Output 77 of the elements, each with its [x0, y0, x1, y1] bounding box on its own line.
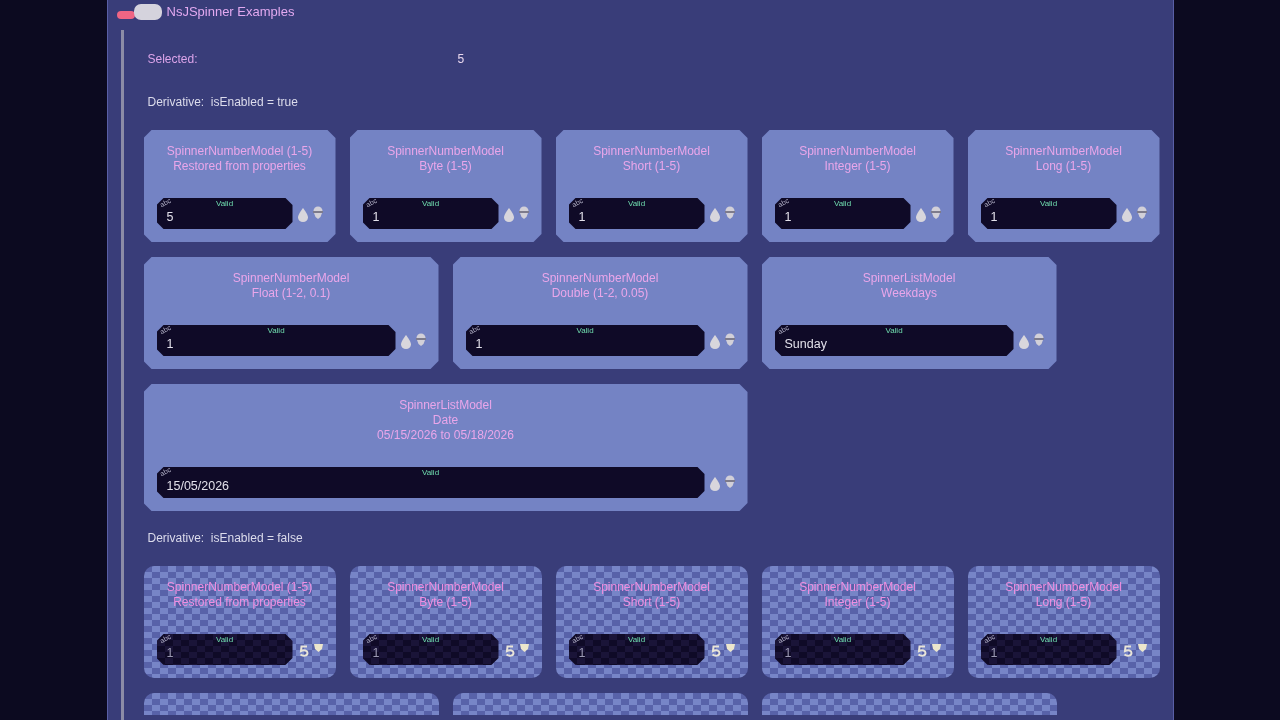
card-title: SpinnerNumberModel Float (1-2, 0.1) — [232, 271, 350, 301]
card-title: SpinnerNumberModel Short (1-5) — [593, 144, 710, 174]
acorn-icon[interactable] — [415, 333, 426, 346]
acorn-icon[interactable] — [518, 206, 529, 219]
validation-status: Valid — [885, 326, 903, 335]
shield-icon[interactable] — [313, 643, 323, 652]
validation-status: Valid — [215, 199, 234, 208]
validation-status: Valid — [215, 635, 234, 644]
drop-icon[interactable] — [1121, 208, 1132, 222]
acorn-icon[interactable] — [724, 333, 735, 346]
field-value: 1 — [578, 646, 586, 661]
section-heading: Derivative: isEnabled = false — [146, 530, 303, 546]
shield-icon[interactable] — [725, 643, 735, 652]
validation-status: Valid — [1039, 635, 1058, 644]
drop-icon[interactable] — [915, 208, 926, 222]
validation-status: Valid — [421, 468, 440, 477]
field-value: 15/05/2026 — [166, 479, 230, 494]
validation-status: Valid — [421, 199, 440, 208]
drop-icon[interactable] — [709, 208, 720, 222]
curl-icon[interactable] — [504, 645, 515, 657]
shield-icon[interactable] — [519, 643, 529, 652]
card-title: SpinnerNumberModel (1-5) Restored from properties — [166, 580, 313, 610]
field-value: 1 — [578, 210, 586, 225]
field-value: 1 — [372, 646, 380, 661]
card-title: SpinnerNumberModel Integer (1-5) — [799, 580, 916, 610]
field-value: 1 — [784, 646, 792, 661]
validation-status: Valid — [1039, 199, 1058, 208]
window-title: NsJSpinner Examples — [166, 4, 295, 20]
card-title: SpinnerNumberModel Double (1-2, 0.05) — [541, 271, 659, 301]
curl-icon[interactable] — [298, 645, 309, 657]
pill-icon[interactable] — [116, 11, 135, 19]
card-title: SpinnerNumberModel Long (1-5) — [1005, 144, 1122, 174]
shield-icon[interactable] — [1137, 643, 1147, 652]
drop-icon[interactable] — [400, 335, 411, 349]
drop-icon[interactable] — [1018, 335, 1029, 349]
acorn-icon[interactable] — [930, 206, 941, 219]
validation-status: Valid — [833, 199, 852, 208]
validation-status: Valid — [833, 635, 852, 644]
acorn-icon[interactable] — [312, 206, 323, 219]
card-title: SpinnerListModel Weekdays — [862, 271, 956, 301]
field-value: 1 — [990, 646, 998, 661]
validation-status: Valid — [627, 635, 646, 644]
curl-icon[interactable] — [916, 645, 927, 657]
field-value: 1 — [990, 210, 998, 225]
selected-value: 5 — [457, 51, 465, 67]
drop-icon[interactable] — [709, 477, 720, 491]
validation-status: Valid — [267, 326, 285, 335]
field-value: 1 — [166, 337, 174, 352]
card-title: SpinnerNumberModel Long (1-5) — [1005, 580, 1122, 610]
curl-icon[interactable] — [1122, 645, 1133, 657]
card-title: SpinnerListModel Date 05/15/2026 to 05/18/2026 — [377, 398, 514, 443]
card-title: SpinnerNumberModel Byte (1-5) — [387, 144, 504, 174]
curl-icon[interactable] — [710, 645, 721, 657]
acorn-icon[interactable] — [1136, 206, 1147, 219]
validation-status: Valid — [576, 326, 594, 335]
section-heading: Derivative: isEnabled = true — [146, 94, 298, 110]
card-title: SpinnerNumberModel (1-5) Restored from properties — [166, 144, 313, 174]
drop-icon[interactable] — [709, 335, 720, 349]
field-value: 1 — [784, 210, 792, 225]
field-value: 1 — [475, 337, 483, 352]
card-title: SpinnerNumberModel Byte (1-5) — [387, 580, 504, 610]
drop-icon[interactable] — [503, 208, 514, 222]
selected-label: Selected: — [147, 51, 199, 67]
acorn-icon[interactable] — [1033, 333, 1044, 346]
acorn-icon[interactable] — [724, 206, 735, 219]
validation-status: Valid — [421, 635, 440, 644]
field-value: 1 — [166, 646, 174, 661]
field-value: Sunday — [784, 337, 827, 352]
shield-icon[interactable] — [931, 643, 941, 652]
field-value: 1 — [372, 210, 380, 225]
card-title: SpinnerNumberModel Integer (1-5) — [799, 144, 916, 174]
drop-icon[interactable] — [297, 208, 308, 222]
card-title: SpinnerNumberModel Short (1-5) — [593, 580, 710, 610]
pill-icon[interactable] — [133, 4, 162, 20]
validation-status: Valid — [627, 199, 646, 208]
acorn-icon[interactable] — [724, 475, 735, 488]
field-value: 5 — [166, 210, 174, 225]
